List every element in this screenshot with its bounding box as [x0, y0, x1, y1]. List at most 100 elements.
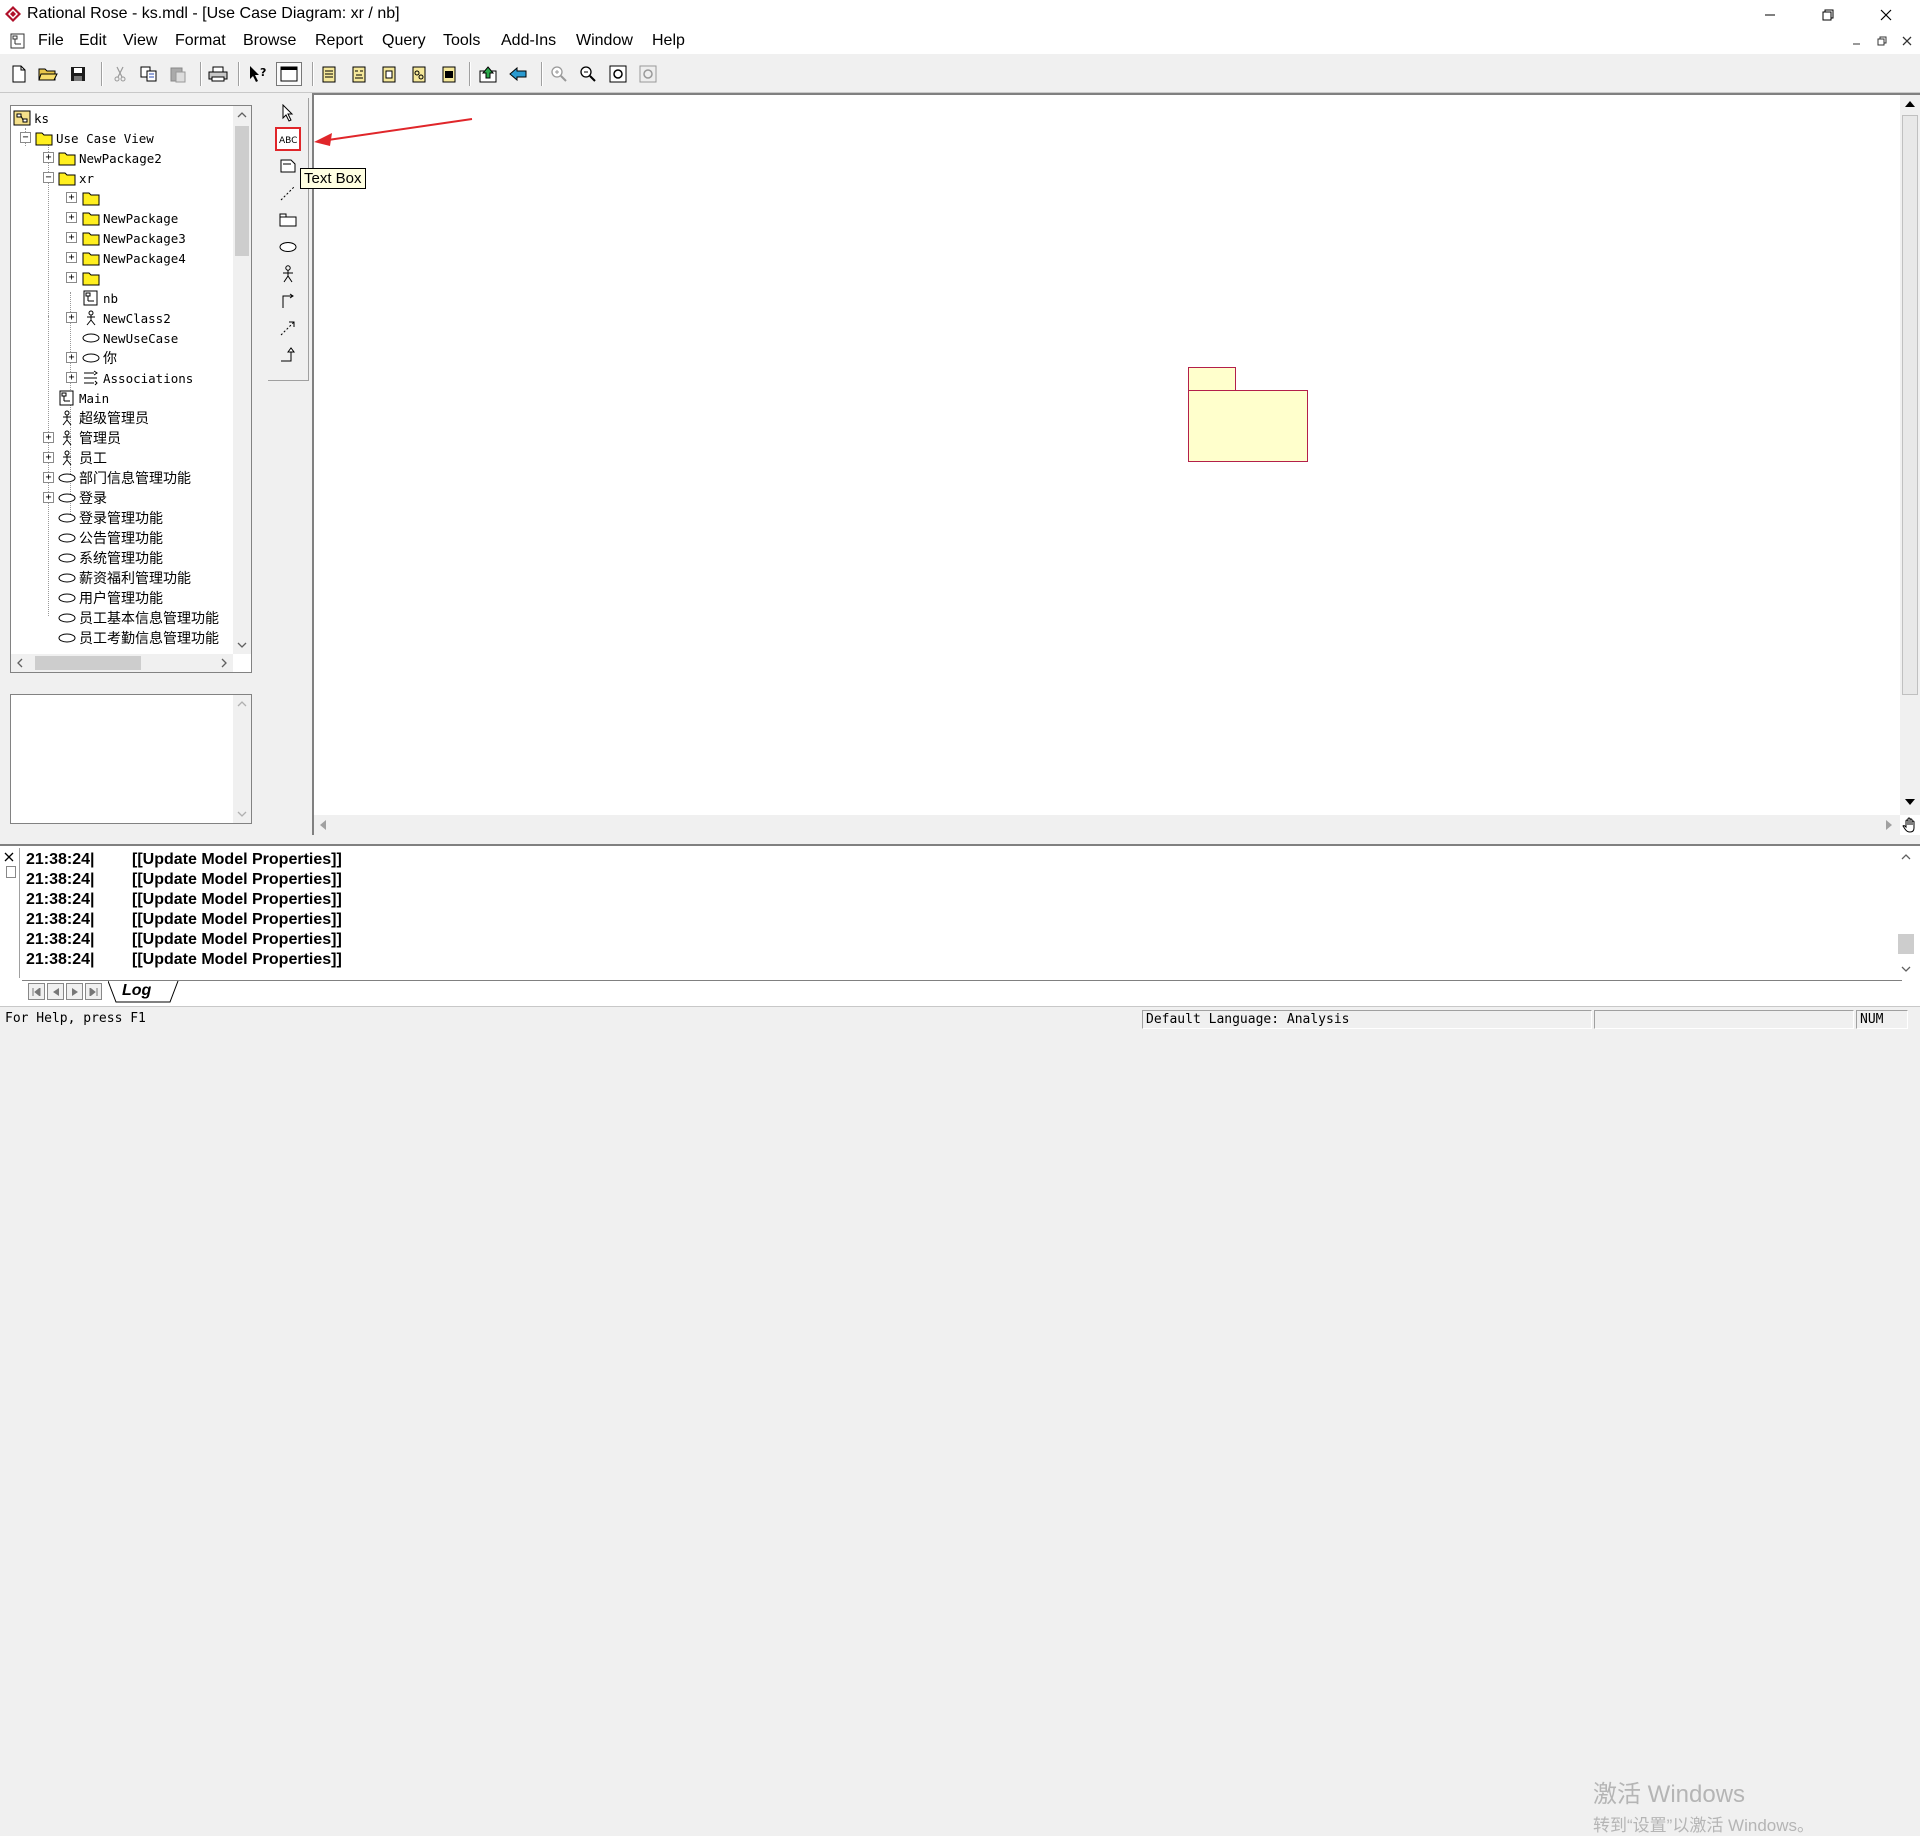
scroll-up-button[interactable] [233, 695, 251, 713]
tree-node-newpackage3[interactable]: NewPackage3 [82, 228, 186, 248]
scroll-thumb[interactable] [235, 126, 249, 256]
menu-report[interactable]: Report [315, 32, 363, 50]
scroll-up-button[interactable] [1896, 848, 1916, 866]
save-button[interactable] [65, 62, 91, 86]
tree-node-newpackage2[interactable]: NewPackage2 [58, 148, 162, 168]
expand-toggle[interactable]: + [66, 372, 77, 383]
context-help-button[interactable]: ? [245, 62, 271, 86]
copy-button[interactable] [136, 62, 162, 86]
tree-node-associations[interactable]: Associations [82, 368, 193, 388]
expand-toggle[interactable]: + [43, 492, 54, 503]
expand-toggle[interactable]: + [66, 232, 77, 243]
tool-note[interactable] [275, 154, 301, 178]
scroll-right-button[interactable] [215, 654, 233, 672]
cut-button[interactable] [107, 62, 133, 86]
menu-help[interactable]: Help [652, 32, 685, 50]
tree-node-main[interactable]: Main [58, 388, 109, 408]
menu-window[interactable]: Window [576, 32, 633, 50]
tree-node-admin[interactable]: 管理员 [58, 428, 121, 448]
expand-toggle[interactable]: + [66, 252, 77, 263]
tree-node-nb[interactable]: nb [82, 288, 118, 308]
scroll-left-button[interactable] [314, 815, 332, 835]
class-diagram-button[interactable] [316, 62, 342, 86]
expand-toggle[interactable]: + [66, 352, 77, 363]
scroll-thumb[interactable] [35, 656, 141, 670]
diagram-doc-icon[interactable] [9, 32, 27, 50]
fit-in-window-button[interactable] [605, 62, 631, 86]
tool-package[interactable] [275, 208, 301, 232]
tool-unidirectional-association[interactable] [275, 289, 301, 313]
tree-node-login-mgmt[interactable]: 登录管理功能 [58, 508, 163, 528]
tool-actor[interactable] [275, 262, 301, 286]
doc-vertical-scrollbar[interactable] [233, 695, 251, 823]
expand-toggle[interactable]: + [66, 192, 77, 203]
statechart-diagram-button[interactable] [406, 62, 432, 86]
tree-node-super-admin[interactable]: 超级管理员 [58, 408, 149, 428]
scroll-right-button[interactable] [1880, 815, 1898, 835]
tree-node-xr[interactable]: xr [58, 168, 94, 188]
tree-node-emp-attendance[interactable]: 员工考勤信息管理功能 [58, 628, 219, 648]
tree-node-emp-basic[interactable]: 员工基本信息管理功能 [58, 608, 219, 628]
scroll-left-button[interactable] [11, 654, 29, 672]
paste-button[interactable] [165, 62, 191, 86]
log-dock-handle[interactable] [6, 866, 16, 878]
expand-toggle[interactable]: + [43, 452, 54, 463]
scroll-down-button[interactable] [233, 636, 251, 654]
tree-node-user-mgmt[interactable]: 用户管理功能 [58, 588, 163, 608]
tool-dependency[interactable] [275, 316, 301, 340]
mdi-close-button[interactable] [1897, 32, 1917, 50]
tree-vertical-scrollbar[interactable] [233, 106, 251, 654]
scroll-thumb[interactable] [1902, 115, 1918, 695]
expand-toggle[interactable]: + [43, 472, 54, 483]
tree-node-newusecase[interactable]: NewUseCase [82, 328, 178, 348]
tree-node-ni[interactable]: 你 [82, 348, 117, 368]
tool-selection[interactable] [275, 101, 301, 125]
expand-toggle[interactable]: + [66, 312, 77, 323]
log-vertical-scrollbar[interactable] [1896, 848, 1916, 978]
menu-query[interactable]: Query [382, 32, 426, 50]
tree-node-system-mgmt[interactable]: 系统管理功能 [58, 548, 163, 568]
tab-next-button[interactable] [66, 983, 83, 1000]
open-button[interactable] [35, 62, 61, 86]
menu-addins[interactable]: Add-Ins [501, 32, 556, 50]
scroll-up-button[interactable] [233, 106, 251, 124]
scroll-down-button[interactable] [233, 805, 251, 823]
tab-last-button[interactable] [85, 983, 102, 1000]
canvas-horizontal-scrollbar[interactable] [314, 815, 1900, 835]
menu-file[interactable]: File [38, 32, 64, 50]
collapse-toggle[interactable]: − [20, 132, 31, 143]
scroll-down-button[interactable] [1896, 960, 1916, 978]
expand-toggle[interactable]: + [66, 212, 77, 223]
minimize-button[interactable] [1742, 0, 1798, 29]
expand-toggle[interactable]: + [66, 272, 77, 283]
tree-node-unnamed-package-2[interactable] [82, 268, 100, 288]
menu-edit[interactable]: Edit [79, 32, 107, 50]
tree-node-notice-mgmt[interactable]: 公告管理功能 [58, 528, 163, 548]
diagram-canvas[interactable] [312, 93, 1920, 835]
restore-button[interactable] [1800, 0, 1856, 29]
tree-node-unnamed-package[interactable] [82, 188, 100, 208]
browse-previous-button[interactable] [505, 62, 531, 86]
log-close-button[interactable] [3, 850, 17, 864]
tool-generalization[interactable] [275, 343, 301, 367]
tool-use-case[interactable] [275, 235, 301, 259]
menu-format[interactable]: Format [175, 32, 226, 50]
tree-node-newpackage4[interactable]: NewPackage4 [82, 248, 186, 268]
tree-node-login[interactable]: 登录 [58, 488, 107, 508]
zoom-in-button[interactable] [546, 62, 572, 86]
tab-prev-button[interactable] [47, 983, 64, 1000]
tool-text-box[interactable]: ABC [275, 127, 301, 151]
tree-node-newclass2[interactable]: NewClass2 [82, 308, 171, 328]
tree-horizontal-scrollbar[interactable] [11, 654, 233, 672]
expand-toggle[interactable]: + [43, 152, 54, 163]
tree-node-dept-info[interactable]: 部门信息管理功能 [58, 468, 191, 488]
component-diagram-button[interactable] [376, 62, 402, 86]
mdi-minimize-button[interactable] [1847, 32, 1867, 50]
tree-node-salary-mgmt[interactable]: 薪资福利管理功能 [58, 568, 191, 588]
new-button[interactable] [6, 62, 32, 86]
tree-node-newpackage[interactable]: NewPackage [82, 208, 178, 228]
menu-browse[interactable]: Browse [243, 32, 296, 50]
mdi-restore-button[interactable] [1872, 32, 1892, 50]
log-tab-label[interactable]: Log [122, 982, 151, 1000]
undo-fit-button[interactable] [635, 62, 661, 86]
